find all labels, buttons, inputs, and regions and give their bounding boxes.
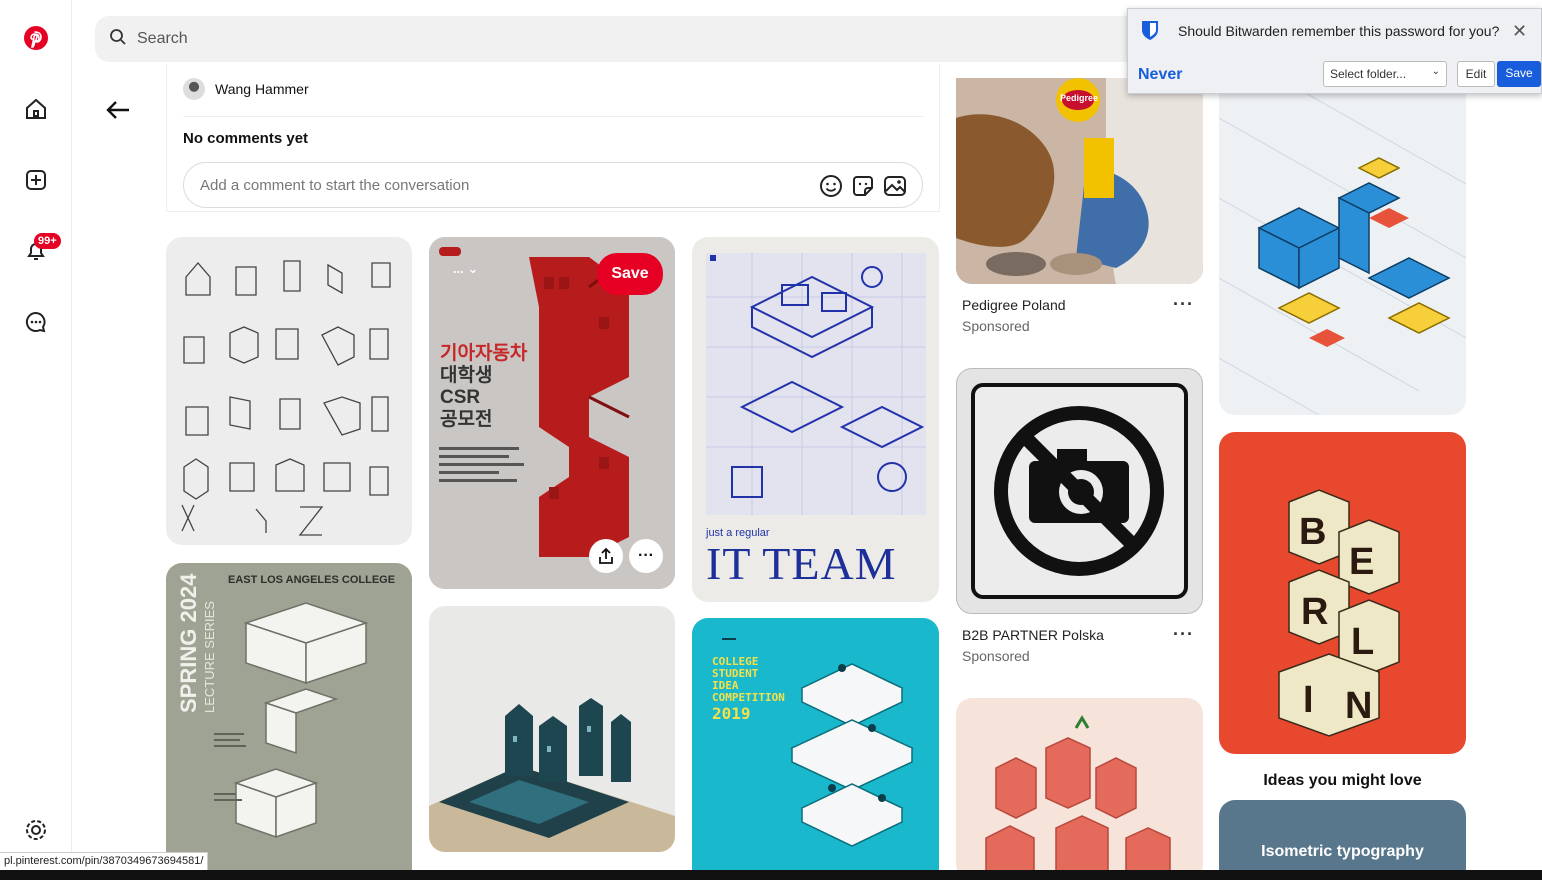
berlin-letter: I: [1303, 679, 1314, 721]
berlin-letter: B: [1299, 511, 1326, 553]
bitwarden-shield-icon: [1140, 19, 1160, 46]
pin-it-team-poster[interactable]: just a regular IT TEAM: [692, 237, 939, 602]
comments-panel: Wang Hammer No comments yet Add a commen…: [166, 64, 940, 212]
pedigree-logo-text: Pedigree: [1060, 93, 1099, 103]
pin-college-competition[interactable]: COLLEGE STUDENT IDEA COMPETITION 2019: [692, 618, 939, 880]
back-arrow-icon[interactable]: [100, 92, 136, 128]
edit-button[interactable]: Edit: [1457, 61, 1495, 87]
folder-select[interactable]: Select folder... ⌄: [1323, 61, 1447, 87]
kia-korean-title: 기아자동차 대학생 CSR 공모전: [440, 343, 527, 431]
create-icon[interactable]: [18, 162, 54, 198]
sponsored-label: Sponsored: [962, 318, 1030, 334]
title-line: 2019: [712, 704, 751, 723]
never-button[interactable]: Never: [1138, 66, 1182, 84]
share-icon: [597, 547, 615, 565]
search-input[interactable]: Search: [95, 16, 1195, 62]
close-icon[interactable]: ✕: [1512, 21, 1527, 42]
title-line: CSR: [440, 387, 481, 408]
more-dots-icon[interactable]: ···: [1173, 294, 1194, 315]
pin-no-camera-sign[interactable]: [956, 368, 1203, 614]
berlin-letter: E: [1349, 541, 1374, 583]
pin-image: [1219, 78, 1466, 415]
title-line: COMPETITION: [712, 691, 785, 704]
sticker-icon[interactable]: [850, 173, 876, 199]
bitwarden-save-password-bar: Should Bitwarden remember this password …: [1127, 8, 1542, 94]
pin-image: [181, 260, 391, 536]
notification-badge: 99+: [34, 233, 61, 249]
idea-card-isometric-typography[interactable]: Isometric typography: [1219, 800, 1466, 880]
berlin-letter: N: [1345, 685, 1372, 727]
emoji-icon[interactable]: [818, 173, 844, 199]
more-dots-icon: ···: [638, 547, 654, 564]
pin-isometric-alphabet[interactable]: [166, 237, 412, 545]
pin-image: [429, 698, 675, 852]
college-name: EAST LOS ANGELES COLLEGE: [228, 574, 396, 586]
chevron-down-icon: ⌄: [1431, 66, 1440, 77]
comment-input[interactable]: Add a comment to start the conversation: [183, 162, 923, 208]
pin-image: [956, 78, 1203, 284]
bitwarden-question: Should Bitwarden remember this password …: [1178, 23, 1500, 39]
avatar: [183, 78, 205, 100]
sponsored-label: Sponsored: [962, 648, 1030, 664]
search-placeholder: Search: [137, 30, 188, 47]
berlin-letter: R: [1301, 591, 1328, 633]
ideas-heading: Ideas you might love: [1263, 772, 1422, 789]
pin-spring-lecture-poster[interactable]: SPRING 2024 LECTURE SERIES EAST LOS ANGE…: [166, 563, 412, 880]
it-team-title: IT TEAM: [706, 538, 897, 589]
more-dots-icon[interactable]: ···: [1173, 624, 1194, 645]
save-button[interactable]: Save: [597, 253, 663, 295]
pin-author[interactable]: Wang Hammer: [183, 78, 309, 100]
search-icon: [109, 28, 127, 51]
pin-title[interactable]: Pedigree Poland: [962, 297, 1066, 313]
chevron-down-icon: ⌄: [467, 261, 479, 276]
no-camera-icon: [971, 383, 1188, 599]
title-line: 대학생: [440, 365, 493, 386]
link-preview-status: pl.pinterest.com/pin/3870349673694581/: [0, 852, 209, 870]
comment-placeholder: Add a comment to start the conversation: [200, 176, 470, 194]
messages-icon[interactable]: [18, 304, 54, 340]
board-dropdown[interactable]: ... ⌄: [453, 261, 478, 277]
share-button[interactable]: [589, 539, 623, 573]
pin-title[interactable]: B2B PARTNER Polska: [962, 627, 1104, 643]
folder-select-value: Select folder...: [1330, 67, 1407, 81]
pin-pedigree-ad[interactable]: Pedigree: [956, 78, 1203, 284]
pin-architecture-model[interactable]: [429, 606, 675, 852]
bottom-edge: [0, 870, 1542, 880]
bitwarden-save-button[interactable]: Save: [1497, 61, 1541, 87]
pin-isometric-magazine[interactable]: [1219, 78, 1466, 415]
berlin-letter: L: [1351, 621, 1374, 663]
lecture-series-label: LECTURE SERIES: [202, 601, 217, 713]
divider: [183, 116, 923, 117]
pin-image: B E R L I N: [1278, 489, 1400, 737]
image-upload-icon[interactable]: [882, 173, 908, 199]
pin-berlin-poster[interactable]: B E R L I N: [1219, 432, 1466, 754]
idea-card-label: Isometric typography: [1261, 843, 1424, 860]
comments-heading: No comments yet: [183, 130, 309, 147]
board-dropdown-label: ...: [453, 261, 464, 276]
title-line: 기아자동차: [440, 343, 528, 364]
settings-gear-icon[interactable]: [18, 812, 54, 848]
pin-isometric-team-type[interactable]: [956, 698, 1203, 880]
pin-image: [985, 715, 1171, 880]
pinterest-logo-icon[interactable]: [18, 20, 54, 56]
title-line: 공모전: [440, 409, 493, 430]
side-nav: 99+: [0, 0, 72, 880]
more-options-button[interactable]: ···: [629, 539, 663, 573]
pin-kia-csr-poster[interactable]: ... ⌄ Save 기아자동차 대학생 CSR 공모전 ···: [429, 237, 675, 589]
pin-image: [706, 253, 926, 515]
home-icon[interactable]: [18, 91, 54, 127]
spring-title: SPRING 2024: [176, 573, 201, 713]
author-name: Wang Hammer: [215, 81, 309, 97]
competition-title: COLLEGE STUDENT IDEA COMPETITION 2019: [712, 656, 785, 723]
